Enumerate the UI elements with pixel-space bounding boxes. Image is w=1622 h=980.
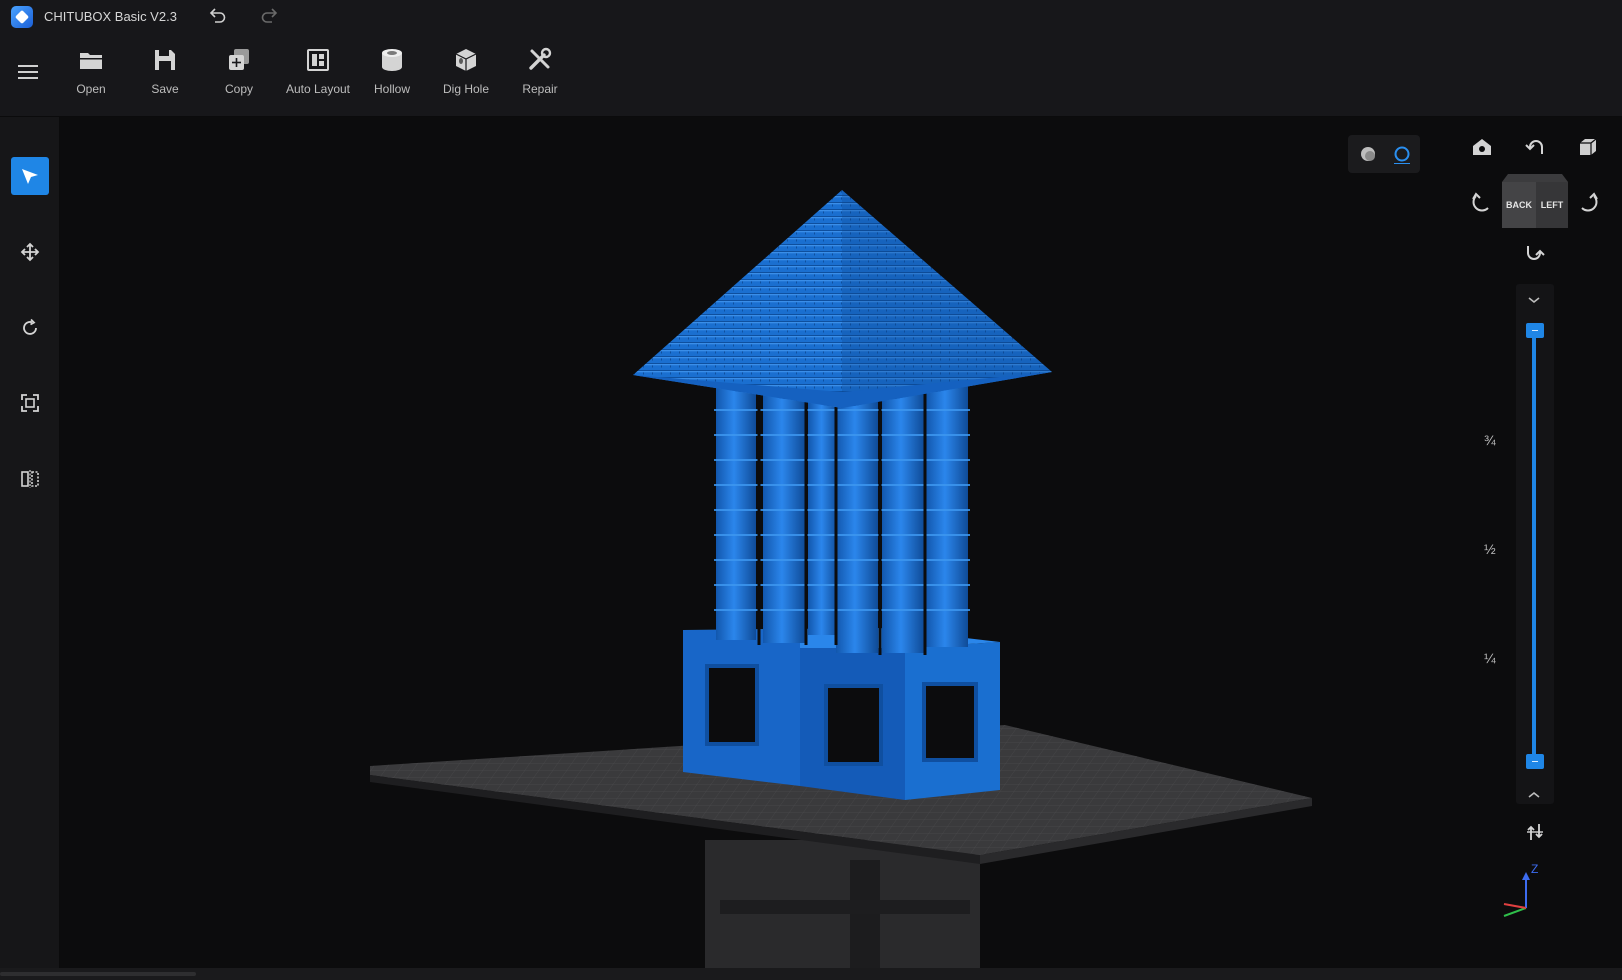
save-button[interactable]: Save — [129, 46, 201, 110]
rotate-view-right-icon[interactable] — [1576, 188, 1600, 212]
dig-hole-icon — [455, 49, 477, 71]
bottom-strip — [0, 968, 1622, 980]
3d-viewport[interactable] — [60, 117, 1622, 968]
select-cursor-icon — [22, 169, 38, 184]
rotate-view-down-icon[interactable] — [1523, 241, 1547, 265]
copy-label: Copy — [224, 82, 253, 96]
mirror-tool-button[interactable] — [11, 460, 49, 498]
z-axis-label: Z — [1531, 862, 1539, 876]
redo-icon[interactable] — [259, 5, 281, 27]
hollow-button[interactable]: Hollow — [356, 46, 428, 110]
repair-button[interactable]: Repair — [504, 46, 576, 110]
perspective-cube-icon[interactable] — [1576, 135, 1600, 159]
xray-shading-icon[interactable] — [1392, 144, 1412, 164]
slider-mark-half: ½ — [1484, 541, 1496, 557]
menu-icon[interactable] — [16, 62, 40, 82]
rotate-icon — [23, 318, 37, 335]
view-cube-left-face[interactable]: LEFT — [1536, 178, 1568, 232]
folder-icon — [80, 53, 102, 69]
axis-gizmo — [1503, 872, 1530, 917]
open-button[interactable]: Open — [55, 46, 127, 110]
printer-base — [705, 840, 980, 968]
copy-button[interactable]: Copy — [203, 46, 275, 110]
view-cube-back-face[interactable]: BACK — [1502, 178, 1536, 232]
layer-slider-upper-handle[interactable] — [1526, 323, 1544, 338]
rotate-view-left-icon[interactable] — [1470, 188, 1494, 212]
title-bar: CHITUBOX Basic V2.3 — [0, 0, 1622, 34]
auto-layout-label: Auto Layout — [285, 82, 351, 96]
copy-icon — [229, 49, 249, 70]
floppy-icon — [155, 50, 175, 70]
layer-slider-track[interactable] — [1532, 330, 1536, 766]
undo-icon[interactable] — [206, 5, 228, 27]
main-toolbar: Open Save Copy Auto Layout Hollow Dig Ho… — [0, 34, 1622, 117]
app-logo — [11, 6, 33, 28]
home-view-icon[interactable] — [1470, 135, 1494, 159]
move-tool-button[interactable] — [11, 233, 49, 271]
app-title: CHITUBOX Basic V2.3 — [44, 9, 177, 24]
hollow-icon — [382, 49, 402, 71]
mirror-icon — [21, 470, 39, 488]
scale-icon — [21, 394, 39, 412]
chevron-up-icon[interactable] — [1526, 790, 1542, 800]
auto-layout-button[interactable]: Auto Layout — [282, 46, 354, 110]
repair-icon — [529, 47, 552, 70]
open-label: Open — [76, 82, 106, 96]
rotate-view-ccw-icon[interactable] — [1523, 135, 1547, 159]
select-tool-button[interactable] — [11, 157, 49, 195]
layer-slider-lower-handle[interactable] — [1526, 754, 1544, 769]
repair-label: Repair — [522, 82, 558, 96]
save-label: Save — [151, 82, 179, 96]
render-mode-toggle — [1348, 135, 1420, 173]
hollow-label: Hollow — [373, 82, 410, 96]
slider-mark-quarter: ¼ — [1484, 650, 1496, 666]
dig-hole-button[interactable]: Dig Hole — [430, 46, 502, 110]
rotate-tool-button[interactable] — [11, 309, 49, 347]
dig-hole-label: Dig Hole — [442, 82, 490, 96]
slider-mark-three-quarters: ¾ — [1484, 432, 1496, 448]
auto-layout-icon — [307, 49, 329, 71]
solid-shading-icon[interactable] — [1358, 144, 1378, 164]
scale-tool-button[interactable] — [11, 384, 49, 422]
model-mesh — [633, 190, 1052, 800]
move-arrows-icon — [20, 242, 40, 262]
columns — [714, 385, 970, 655]
transform-sidebar — [0, 117, 59, 968]
layer-height-icon[interactable] — [1523, 820, 1547, 844]
view-cube[interactable]: BACK LEFT — [1502, 174, 1568, 228]
chevron-down-icon[interactable] — [1526, 295, 1542, 305]
scroll-thumb[interactable] — [0, 972, 196, 976]
scene-render — [370, 190, 1312, 968]
